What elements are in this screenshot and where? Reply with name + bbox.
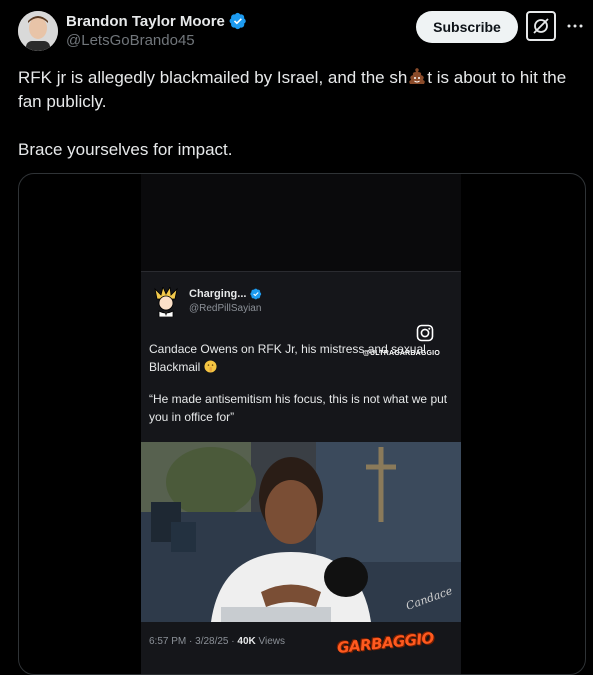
author-handle[interactable]: @LetsGoBrando45 <box>66 32 195 49</box>
author-avatar[interactable] <box>18 11 58 51</box>
embedded-tweet-quote: “He made antisemitism his focus, this is… <box>149 392 448 424</box>
post-text-line1: RFK jr is allegedly blackmailed by Israe… <box>18 66 584 114</box>
embedded-tweet-divider <box>141 271 461 272</box>
post-header: Brandon Taylor Moore @LetsGoBrando45 Sub… <box>0 0 593 60</box>
grok-button[interactable] <box>526 11 556 41</box>
embedded-tweet-name-text: Charging... <box>189 288 247 300</box>
subscribe-button[interactable]: Subscribe <box>416 11 518 43</box>
verified-badge-icon <box>229 12 246 30</box>
embedded-tweet-name: Charging... <box>189 288 262 300</box>
video-still-image <box>141 442 461 622</box>
embedded-tweet-handle: @RedPillSayian <box>189 303 262 314</box>
video-media-card[interactable]: Charging... @RedPillSayian @ULTRAGARBAGG… <box>18 173 586 675</box>
embedded-tweet-views-count: 40K <box>237 636 256 647</box>
post-text-line2: Brace yourselves for impact. <box>18 140 233 159</box>
author-name-text[interactable]: Brandon Taylor Moore <box>66 13 225 30</box>
embedded-tweet-meta: 6:57 PM · 3/28/25 · 40K Views <box>149 636 285 647</box>
post-text-part1: RFK jr is allegedly blackmailed by Israe… <box>18 68 408 87</box>
video-player[interactable]: Charging... @RedPillSayian @ULTRAGARBAGG… <box>141 174 461 674</box>
embedded-tweet-text: Candace Owens on RFK Jr, his mistress an… <box>149 340 449 376</box>
embedded-tweet-body: Candace Owens on RFK Jr, his mistress an… <box>149 342 426 374</box>
embedded-tweet-time: 6:57 PM · 3/28/25 · <box>149 636 238 647</box>
author-name[interactable]: Brandon Taylor Moore <box>66 12 247 30</box>
shushing-face-emoji-icon <box>204 360 217 373</box>
embedded-tweet-avatar <box>153 285 179 318</box>
post-text: RFK jr is allegedly blackmailed by Israe… <box>18 66 584 162</box>
poop-emoji-icon <box>409 68 426 84</box>
grok-icon <box>533 18 549 34</box>
verified-badge-icon <box>250 288 262 300</box>
more-icon <box>567 24 583 28</box>
embedded-tweet-views-label: Views <box>255 636 286 647</box>
more-options-button[interactable] <box>564 17 586 35</box>
